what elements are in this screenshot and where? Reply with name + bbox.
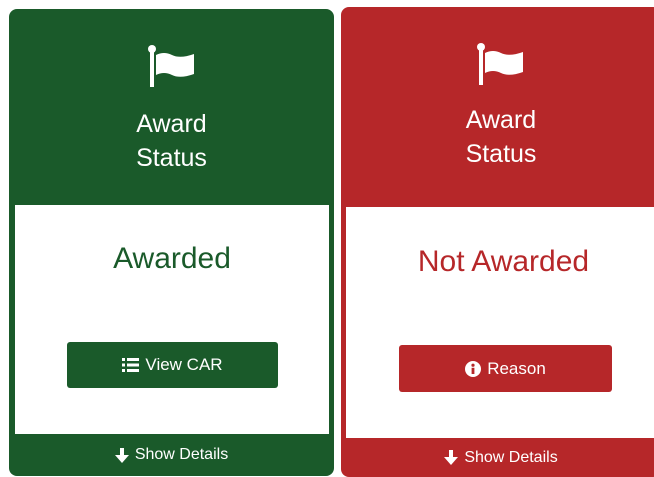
view-car-button-label: View CAR	[145, 355, 223, 374]
reason-button[interactable]: Reason	[399, 345, 612, 392]
flag-icon	[477, 43, 523, 85]
info-circle-icon	[465, 360, 482, 377]
award-status-card-awarded: Award Status Awarded View CAR Show Detai…	[9, 9, 334, 476]
show-details-label: Show Details	[134, 446, 229, 463]
card-body: Awarded View CAR	[15, 205, 329, 434]
card-header: Award Status	[9, 9, 334, 205]
card-header: Award Status	[341, 7, 654, 207]
card-title: Award Status	[9, 107, 334, 175]
list-icon	[122, 358, 140, 372]
card-title: Award Status	[341, 103, 654, 171]
flag-icon	[147, 45, 194, 87]
card-title-line1: Award	[465, 106, 537, 134]
show-details-label: Show Details	[464, 448, 558, 466]
arrow-down-icon	[444, 450, 459, 465]
show-details-link[interactable]: Show Details	[9, 434, 334, 476]
card-title-line1: Award	[136, 110, 207, 138]
award-status-card-not-awarded: Award Status Not Awarded Reason Show Det…	[341, 7, 654, 477]
reason-button-label: Reason	[487, 358, 546, 378]
card-title-line2: Status	[136, 144, 207, 172]
card-title-line2: Status	[465, 140, 537, 168]
status-text: Awarded	[113, 242, 231, 275]
status-text: Not Awarded	[417, 245, 590, 278]
arrow-down-icon	[114, 447, 129, 463]
card-body: Not Awarded Reason	[346, 207, 654, 438]
show-details-link[interactable]: Show Details	[341, 438, 654, 477]
view-car-button[interactable]: View CAR	[67, 342, 278, 388]
